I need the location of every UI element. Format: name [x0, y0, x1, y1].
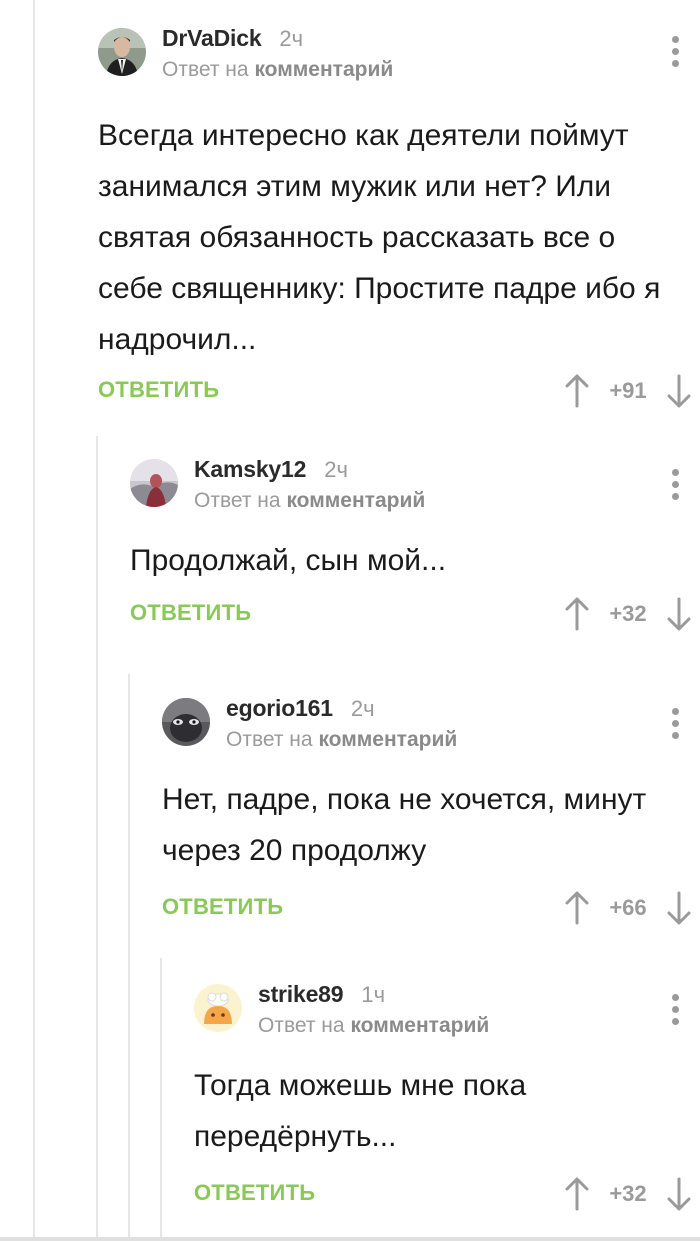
- author-name-text: strike89: [258, 981, 344, 1007]
- reply-to-link[interactable]: Ответ на комментарий: [258, 1014, 489, 1038]
- avatar-image: [194, 984, 242, 1032]
- author-name[interactable]: DrVaDick 2ч: [162, 25, 303, 52]
- author-name[interactable]: egorio161 2ч: [226, 695, 375, 722]
- arrow-down-icon[interactable]: [664, 596, 694, 632]
- comment-header: strike89 1ч Ответ на комментарий: [194, 981, 700, 1056]
- reply-to-target: комментарий: [350, 1014, 490, 1037]
- reply-button[interactable]: ОТВЕТИТЬ: [98, 377, 219, 403]
- vote-controls: +91: [562, 371, 694, 411]
- reply-button[interactable]: ОТВЕТИТЬ: [162, 894, 283, 920]
- arrow-up-icon[interactable]: [562, 1176, 592, 1212]
- author-name-text: egorio161: [226, 695, 333, 721]
- comment-text: Всегда интересно как деятели поймут зани…: [98, 119, 661, 356]
- three-dots-vertical-icon[interactable]: [670, 36, 680, 76]
- arrow-up-icon[interactable]: [562, 890, 592, 926]
- vote-controls: +32: [562, 594, 694, 634]
- comment-time: 2ч: [350, 696, 375, 721]
- author-name-text: DrVaDick: [162, 25, 262, 51]
- reply-to-prefix: Ответ на: [226, 728, 313, 751]
- thread-line-root: [33, 0, 35, 1241]
- vote-controls: +32: [562, 1174, 694, 1214]
- avatar[interactable]: [98, 28, 146, 76]
- comment-drvadick: DrVaDick 2ч Ответ на комментарий Всегда и…: [98, 25, 700, 417]
- three-dots-vertical-icon[interactable]: [670, 708, 680, 748]
- thread-line-level-2: [128, 674, 130, 1241]
- score: +32: [609, 601, 647, 626]
- reply-to-link[interactable]: Ответ на комментарий: [162, 58, 393, 82]
- arrow-down-icon[interactable]: [664, 373, 694, 409]
- reply-to-prefix: Ответ на: [194, 489, 281, 512]
- reply-to-target: комментарий: [318, 728, 458, 751]
- avatar[interactable]: [130, 459, 178, 507]
- comment-actions: ОТВЕТИТЬ +66: [162, 891, 700, 934]
- thread-line-level-1: [96, 436, 98, 1241]
- bottom-divider: [0, 1237, 700, 1241]
- comment-time: 1ч: [361, 982, 386, 1007]
- reply-to-target: комментарий: [254, 58, 394, 81]
- arrow-up-icon[interactable]: [562, 373, 592, 409]
- comment-time: 2ч: [279, 26, 304, 51]
- three-dots-vertical-icon[interactable]: [670, 994, 680, 1034]
- arrow-up-icon[interactable]: [562, 596, 592, 632]
- author-name[interactable]: Kamsky12 2ч: [194, 456, 348, 483]
- author-name-text: Kamsky12: [194, 456, 307, 482]
- comment-thread: DrVaDick 2ч Ответ на комментарий Всегда и…: [0, 0, 700, 1241]
- avatar-image: [130, 459, 178, 507]
- reply-to-target: комментарий: [286, 489, 426, 512]
- thread-line-level-3: [160, 958, 162, 1241]
- three-dots-vertical-icon[interactable]: [670, 469, 680, 509]
- comment-text: Тогда можешь мне пока передёрнуть...: [194, 1069, 527, 1153]
- reply-to-link[interactable]: Ответ на комментарий: [226, 728, 457, 752]
- comment-egorio161: egorio161 2ч Ответ на комментарий Нет, па…: [162, 695, 700, 934]
- avatar-image: [98, 28, 146, 76]
- avatar[interactable]: [162, 698, 210, 746]
- reply-button[interactable]: ОТВЕТИТЬ: [194, 1180, 315, 1206]
- comment-text: Продолжай, сын мой...: [130, 544, 447, 577]
- comment-text: Нет, падре, пока не хочется, минут через…: [162, 783, 647, 867]
- comment-header: Kamsky12 2ч Ответ на комментарий: [130, 456, 700, 531]
- comment-strike89: strike89 1ч Ответ на комментарий Тогда мо…: [194, 981, 700, 1220]
- comment-actions: ОТВЕТИТЬ +32: [130, 597, 700, 640]
- reply-button[interactable]: ОТВЕТИТЬ: [130, 600, 251, 626]
- author-name[interactable]: strike89 1ч: [258, 981, 385, 1008]
- score: +66: [609, 895, 647, 920]
- arrow-down-icon[interactable]: [664, 1176, 694, 1212]
- avatar[interactable]: [194, 984, 242, 1032]
- arrow-down-icon[interactable]: [664, 890, 694, 926]
- score: +32: [609, 1181, 647, 1206]
- reply-to-prefix: Ответ на: [258, 1014, 345, 1037]
- comment-time: 2ч: [324, 457, 348, 482]
- vote-controls: +66: [562, 888, 694, 928]
- avatar-image: [162, 698, 210, 746]
- comment-kamsky12: Kamsky12 2ч Ответ на комментарий Продолжа…: [130, 456, 700, 640]
- comment-actions: ОТВЕТИТЬ +91: [98, 374, 700, 417]
- comment-header: egorio161 2ч Ответ на комментарий: [162, 695, 700, 770]
- reply-to-link[interactable]: Ответ на комментарий: [194, 489, 425, 513]
- comment-actions: ОТВЕТИТЬ +32: [194, 1177, 700, 1220]
- comment-header: DrVaDick 2ч Ответ на комментарий: [98, 25, 700, 100]
- reply-to-prefix: Ответ на: [162, 58, 249, 81]
- score: +91: [609, 378, 647, 403]
